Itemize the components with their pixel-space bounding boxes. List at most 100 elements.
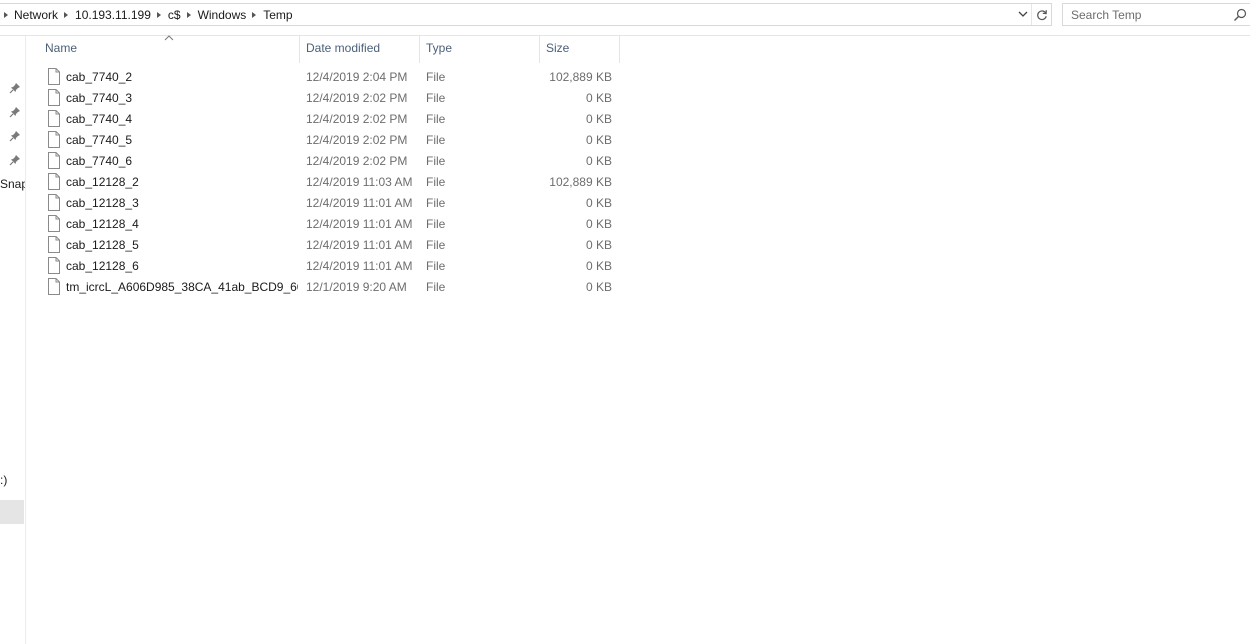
file-size: 0 KB <box>585 133 612 147</box>
table-row[interactable]: cab_7740_4 12/4/2019 2:02 PM File 0 KB <box>45 108 625 129</box>
table-row[interactable]: cab_12128_5 12/4/2019 11:01 AM File 0 KB <box>45 234 625 255</box>
file-date-modified: 12/4/2019 11:01 AM <box>306 217 413 231</box>
breadcrumb-chevron-icon[interactable] <box>252 11 257 18</box>
refresh-button[interactable] <box>1031 4 1051 25</box>
table-row[interactable]: cab_7740_2 12/4/2019 2:04 PM File 102,88… <box>45 66 625 87</box>
toolbar: Network 10.193.11.199 c$ Windows Temp <box>0 0 1250 30</box>
file-icon <box>48 236 60 253</box>
search-input[interactable] <box>1071 7 1232 22</box>
file-name: cab_12128_6 <box>66 259 139 273</box>
file-type: File <box>426 238 446 252</box>
file-icon <box>48 194 60 211</box>
file-type: File <box>426 175 446 189</box>
file-size: 0 KB <box>585 196 612 210</box>
file-name: cab_12128_3 <box>66 196 139 210</box>
table-row[interactable]: cab_7740_5 12/4/2019 2:02 PM File 0 KB <box>45 129 625 150</box>
file-name: cab_12128_5 <box>66 238 139 252</box>
file-type: File <box>426 280 446 294</box>
search-icon[interactable] <box>1232 7 1248 23</box>
file-date-modified: 12/4/2019 11:01 AM <box>306 259 413 273</box>
file-date-modified: 12/4/2019 11:01 AM <box>306 238 413 252</box>
chevron-down-icon <box>1018 11 1028 17</box>
address-dropdown-button[interactable] <box>1015 4 1031 25</box>
file-date-modified: 12/4/2019 2:02 PM <box>306 112 408 126</box>
file-date-modified: 12/4/2019 11:03 AM <box>306 175 413 189</box>
nav-item-selected[interactable] <box>0 500 24 524</box>
table-row[interactable]: cab_12128_4 12/4/2019 11:01 AM File 0 KB <box>45 213 625 234</box>
file-name: cab_12128_4 <box>66 217 139 231</box>
file-name: cab_7740_4 <box>66 112 133 126</box>
column-headers: Name Date modified Type Size <box>27 35 627 63</box>
search-box[interactable] <box>1062 3 1250 26</box>
file-icon <box>48 173 60 190</box>
table-row[interactable]: cab_7740_6 12/4/2019 2:02 PM File 0 KB <box>45 150 625 171</box>
table-row[interactable]: cab_12128_3 12/4/2019 11:01 AM File 0 KB <box>45 192 625 213</box>
file-type: File <box>426 154 446 168</box>
table-row[interactable]: cab_12128_6 12/4/2019 11:01 AM File 0 KB <box>45 255 625 276</box>
table-row[interactable]: tm_icrcL_A606D985_38CA_41ab_BCD9_60... 1… <box>45 276 625 297</box>
file-size: 0 KB <box>585 154 612 168</box>
file-name: cab_7740_2 <box>66 70 133 84</box>
nav-item-snap[interactable]: Snap <box>0 177 25 191</box>
pin-icon[interactable] <box>8 105 22 119</box>
file-size: 0 KB <box>585 280 612 294</box>
address-bar[interactable]: Network 10.193.11.199 c$ Windows Temp <box>0 3 1052 26</box>
pin-icon[interactable] <box>8 129 22 143</box>
file-size: 0 KB <box>585 259 612 273</box>
pin-icon[interactable] <box>8 153 22 167</box>
file-date-modified: 12/4/2019 11:01 AM <box>306 196 413 210</box>
file-name: cab_7740_6 <box>66 154 133 168</box>
file-date-modified: 12/4/2019 2:04 PM <box>306 70 408 84</box>
file-icon <box>48 278 60 295</box>
column-header-size[interactable]: Size <box>540 36 620 63</box>
pin-icon[interactable] <box>8 81 22 95</box>
column-header-name[interactable]: Name <box>39 36 300 63</box>
file-date-modified: 12/1/2019 9:20 AM <box>306 280 407 294</box>
table-row[interactable]: cab_7740_3 12/4/2019 2:02 PM File 0 KB <box>45 87 625 108</box>
breadcrumb-item-temp[interactable]: Temp <box>263 8 292 22</box>
table-row[interactable]: cab_12128_2 12/4/2019 11:03 AM File 102,… <box>45 171 625 192</box>
file-name: cab_7740_5 <box>66 133 133 147</box>
file-name: cab_7740_3 <box>66 91 133 105</box>
column-header-date-modified[interactable]: Date modified <box>300 36 420 63</box>
nav-item-drive[interactable]: :) <box>0 473 7 487</box>
file-type: File <box>426 259 446 273</box>
file-type: File <box>426 70 446 84</box>
file-icon <box>48 257 60 274</box>
refresh-icon <box>1036 9 1047 20</box>
file-icon <box>48 89 60 106</box>
file-icon <box>48 68 60 85</box>
file-date-modified: 12/4/2019 2:02 PM <box>306 154 408 168</box>
breadcrumb: Network 10.193.11.199 c$ Windows Temp <box>0 4 1015 25</box>
breadcrumb-item-host[interactable]: 10.193.11.199 <box>75 8 151 22</box>
file-icon <box>48 110 60 127</box>
file-date-modified: 12/4/2019 2:02 PM <box>306 133 408 147</box>
breadcrumb-chevron-icon[interactable] <box>156 11 161 18</box>
file-name: tm_icrcL_A606D985_38CA_41ab_BCD9_60... <box>66 280 298 294</box>
file-size: 102,889 KB <box>549 175 612 189</box>
breadcrumb-chevron-icon[interactable] <box>4 11 8 18</box>
file-size: 0 KB <box>585 91 612 105</box>
file-list: Name Date modified Type Size cab_7740_2 … <box>27 35 1250 644</box>
breadcrumb-item-share[interactable]: c$ <box>168 8 181 22</box>
breadcrumb-chevron-icon[interactable] <box>186 11 191 18</box>
breadcrumb-item-network[interactable]: Network <box>14 8 58 22</box>
file-name: cab_12128_2 <box>66 175 139 189</box>
file-size: 102,889 KB <box>549 70 612 84</box>
file-type: File <box>426 112 446 126</box>
navigation-pane: Snap :) <box>0 36 26 644</box>
breadcrumb-item-windows[interactable]: Windows <box>198 8 247 22</box>
file-type: File <box>426 196 446 210</box>
file-size: 0 KB <box>585 112 612 126</box>
file-date-modified: 12/4/2019 2:02 PM <box>306 91 408 105</box>
file-icon <box>48 131 60 148</box>
breadcrumb-chevron-icon[interactable] <box>64 11 69 18</box>
file-icon <box>48 152 60 169</box>
file-type: File <box>426 133 446 147</box>
file-type: File <box>426 217 446 231</box>
file-icon <box>48 215 60 232</box>
file-size: 0 KB <box>585 238 612 252</box>
file-type: File <box>426 91 446 105</box>
column-header-type[interactable]: Type <box>420 36 540 63</box>
file-size: 0 KB <box>585 217 612 231</box>
